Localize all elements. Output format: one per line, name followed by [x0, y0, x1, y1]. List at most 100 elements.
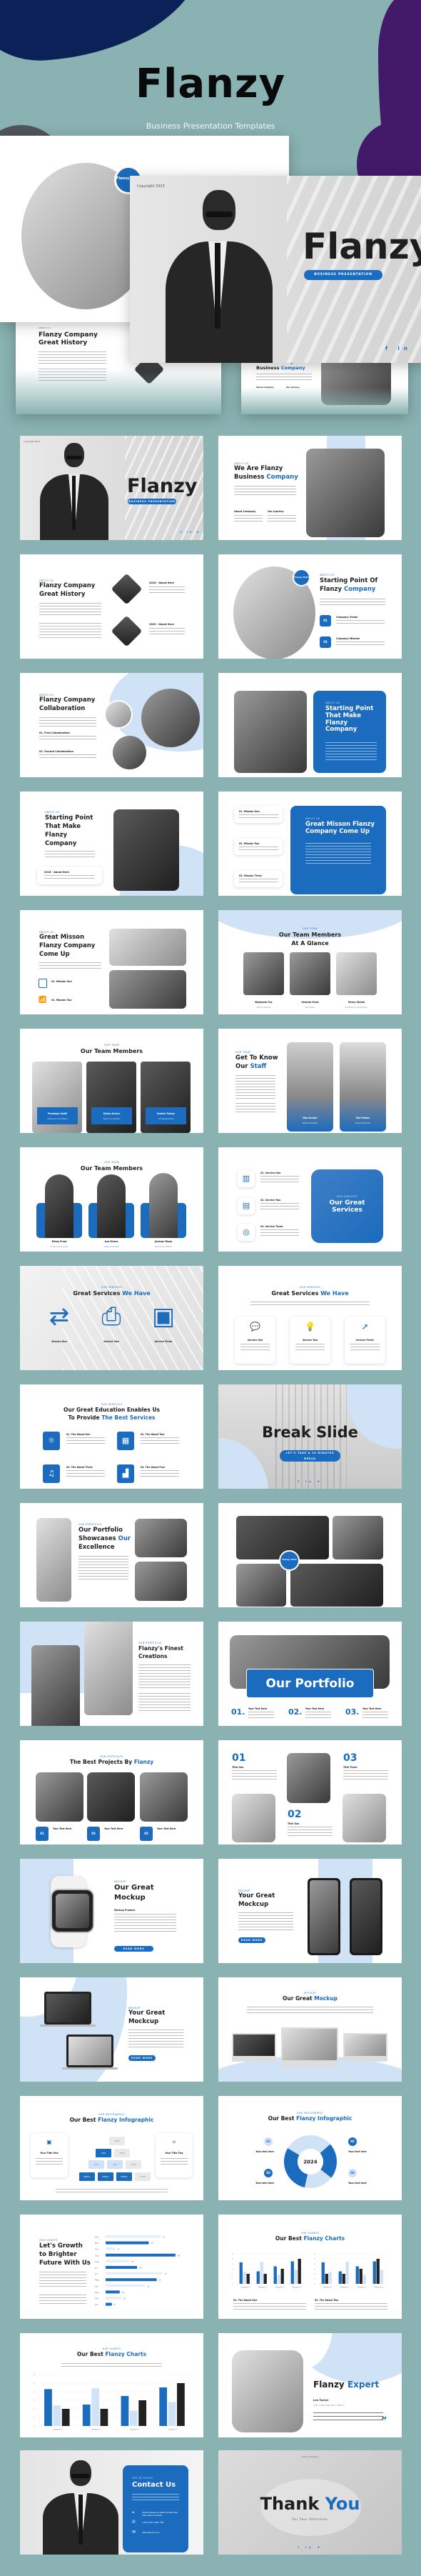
slide-starting-point-2[interactable]: ABOUT US Starting Point That Make Flanzy…	[20, 792, 203, 896]
column-heading: Our Journey	[286, 386, 300, 389]
bar-chart-left: 0 1 2 3 4 5 6 Category 1 Category 2 Category 3 Cat…	[232, 2253, 305, 2289]
slide-about-company[interactable]: ABOUT US We Are Flanzy Business Company …	[218, 436, 402, 540]
read-more-button[interactable]: READ MORE	[114, 1946, 153, 1952]
social-icons[interactable]: f in X	[181, 531, 201, 534]
slide-great-services-icons[interactable]: OUR SERVICES Great Services We Have ⇄ ⎙ …	[20, 1266, 203, 1370]
slide-phone-mockup[interactable]: MOCKUP Your Great Mockcup READ MORE	[218, 1859, 402, 1963]
bar	[106, 2260, 129, 2262]
tick-label: Jan	[95, 2303, 98, 2306]
bar	[100, 2409, 108, 2426]
pyramid-block: 250K	[114, 2148, 130, 2157]
slide-growth-chart[interactable]: OUR CHARTS Let's Growth to Brighter Futu…	[20, 2215, 203, 2319]
slide-thank-you[interactable]: Flanzy Company Thank You For Your Attent…	[218, 2450, 402, 2555]
item-number: 03	[343, 1752, 357, 1764]
social-icons[interactable]: f in X	[218, 2546, 402, 2549]
mission-card: 01. Mission One	[234, 806, 283, 823]
slide-mission-come-up[interactable]: ABOUT US Great Misson Flanzy Company Com…	[20, 910, 203, 1014]
location-pin-icon: ⌖	[132, 2510, 135, 2515]
slide-dual-charts[interactable]: OUR CHARTS Our Best Flanzy Charts 0 1 2 3 4 5…	[218, 2215, 402, 2319]
social-icons[interactable]: f in X	[218, 1480, 402, 1483]
subtitle-pill: BUSINESS PRESENTATION	[128, 499, 176, 504]
slide-portfolio-showcase[interactable]: OUR PORTFOLIO Our Portfolio Showcases Ou…	[20, 1503, 203, 1607]
slide-starting-point-blue[interactable]: ABOUT US Starting Point That Make Flanzy…	[218, 673, 402, 777]
slide-watch-mockup[interactable]: MOCKUP Our Great Mockup Mockup Product R…	[20, 1859, 203, 1963]
slide-title: Our Team Members	[278, 932, 342, 938]
body-text	[39, 2272, 86, 2289]
slide-team-members[interactable]: OUR TEAM Our Team Members Penelope Swift…	[20, 1029, 203, 1133]
service-title: Service One	[247, 1339, 263, 1342]
bar	[342, 2274, 345, 2284]
slide-finest-creations[interactable]: OUR PORTFOLIO Flanzy's Finest Creations	[20, 1622, 203, 1726]
slide-our-portfolio[interactable]: Our Portfolio 01. Your Text Here 02. You…	[218, 1622, 402, 1726]
bar	[106, 2266, 137, 2269]
slide-title-accent: Flanzy Infographic	[296, 2115, 352, 2122]
slide-laptop-mockup[interactable]: MOCKUP Your Great Mockcup READ MORE	[20, 1977, 203, 2082]
tick-label: 0	[314, 2283, 315, 2285]
facebook-icon[interactable]: f	[385, 346, 392, 351]
slide-know-staff[interactable]: OUR TEAM Get To Know Our Staff Max Arche…	[218, 1029, 402, 1133]
slide-pyramid-infographic[interactable]: OUR INFOGRAPHIC Our Best Flanzy Infograp…	[20, 2096, 203, 2200]
member-label: Dylan Archer Technical Writer	[91, 1107, 132, 1124]
slide-donut-infographic[interactable]: OUR INFOGRAPHIC Our Best Flanzy Infograp…	[218, 2096, 402, 2200]
slide-tag: OUR SERVICES	[101, 1286, 123, 1289]
slide-best-projects[interactable]: OUR PORTFOLIO The Best Projects By Flanz…	[20, 1740, 203, 1844]
slide-team-glance[interactable]: OUR TEAM Our Team Members At A Glance Be…	[218, 910, 402, 1014]
slide-great-mission[interactable]: 01. Mission One 02. Mission Two 03. Miss…	[218, 792, 402, 896]
slide-collaboration[interactable]: ABOUT US Flanzy Company Collaboration 01…	[20, 673, 203, 777]
slide-numbered-titles[interactable]: 01 Title One 02 Title Two 03 Title Three	[218, 1740, 402, 1844]
bar	[280, 2269, 284, 2284]
slide-tag: OUR PORTFOLIO	[138, 1642, 162, 1644]
category-label: Category 4	[374, 2287, 384, 2289]
slide-team-members-2[interactable]: OUR TEAM Our Team Members Ethan Frost Fi…	[20, 1147, 203, 1252]
slide-best-charts[interactable]: OUR CHARTS Our Best Flanzy Charts 0 1 2 3 4 5…	[20, 2333, 203, 2437]
bar	[239, 2262, 243, 2284]
hand-laptop-photo	[31, 1645, 80, 1726]
expert-photo	[232, 2350, 303, 2432]
read-more-button[interactable]: READ MORE	[128, 2055, 156, 2061]
body-text	[295, 1344, 325, 1351]
tick-label: 3	[314, 2268, 315, 2270]
slide-tag: ABOUT US	[325, 702, 340, 704]
member-role: Facilities Coordinator	[345, 1006, 368, 1009]
slide-great-history[interactable]: ABOUT US Flanzy Company Great History 20…	[20, 554, 203, 659]
item-title: Your Text Here	[157, 1827, 176, 1830]
service-title: Service One	[51, 1340, 67, 1343]
slide-our-services[interactable]: ▥ ▤ ◎ 01. Service One 02. Service Two 03…	[218, 1147, 402, 1252]
slide-starting-point[interactable]: Flanzy 2022 ABOUT US Starting Point Of F…	[218, 554, 402, 659]
slide-great-services-cards[interactable]: OUR SERVICES Great Services We Have 💬 Ser…	[218, 1266, 402, 1370]
tick-label: 6	[34, 2374, 35, 2376]
hero-slide-title[interactable]: Copyright 2023 Flanzy BUSINESS PRESENTAT…	[130, 176, 421, 363]
bar	[359, 2269, 362, 2284]
slide-break[interactable]: Break Slide LET'S TAKE A 15 MINUTES BREA…	[218, 1384, 402, 1489]
phone-icon: ✆	[132, 2520, 136, 2525]
laptop-mockup	[66, 2035, 113, 2067]
bar	[106, 2272, 163, 2275]
body-text	[288, 1827, 333, 1838]
slide-desktop-mockup[interactable]: MOCKUP Our Great Mockup	[218, 1977, 402, 2082]
slide-tag: OUR SERVICES	[299, 1286, 321, 1289]
slide-title: Flanzy	[320, 586, 342, 593]
slide-title: We Are Flanzy	[234, 465, 283, 472]
body-text	[66, 1437, 105, 1444]
contact-phone[interactable]: (+62) 8123 4567 789	[142, 2521, 163, 2524]
slide-tag: MOCKUP	[304, 1992, 316, 1995]
slide-contact[interactable]: GET IN TOUCH Contact Us ⌖ 330 Broadway A…	[20, 2450, 203, 2555]
slide-title[interactable]: Copyright 2023 Flanzy BUSINESS PRESENTAT…	[20, 436, 203, 540]
tick-label: May	[95, 2279, 99, 2282]
slide-flanzy-expert[interactable]: Flanzy Expert Leo Turner CEO (Chief Exec…	[218, 2333, 402, 2437]
column-heading: About Company	[256, 386, 274, 389]
member-role: Event Planner	[355, 1122, 370, 1124]
data-label: 72	[164, 2272, 167, 2275]
member-role: Financial Analyst	[50, 1245, 69, 1248]
linkedin-icon[interactable]: in	[397, 346, 411, 351]
contact-email[interactable]: ghity@email.com	[142, 2531, 159, 2534]
body-text	[232, 1770, 277, 1782]
service-title: Service Three	[356, 1339, 374, 1342]
slide-title: Flanzy Company	[39, 582, 96, 589]
social-icons[interactable]: f in	[385, 346, 412, 351]
slide-photo-grid[interactable]: Flanzy 2023	[218, 1503, 402, 1607]
bar	[294, 2270, 298, 2284]
read-more-button[interactable]: READ MORE	[238, 1937, 265, 1943]
slide-education[interactable]: OUR SERVICES Our Great Education Enables…	[20, 1384, 203, 1489]
slide-tag: OUR TEAM	[303, 927, 318, 930]
